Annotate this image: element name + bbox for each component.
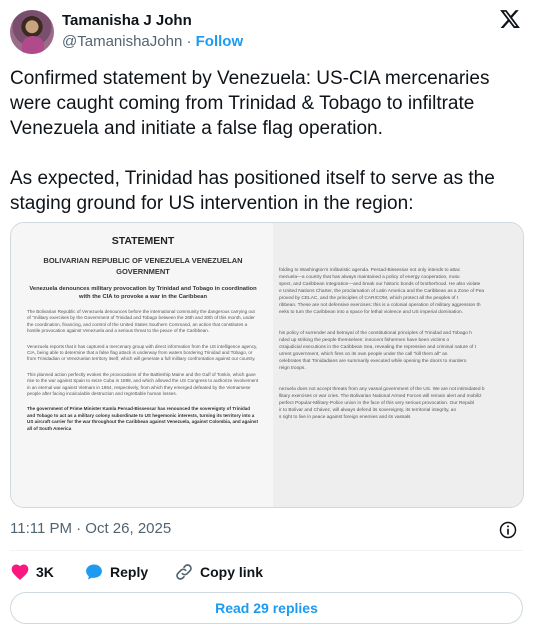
reply-button[interactable]: Reply [84, 562, 148, 582]
document-title: STATEMENT [111, 235, 175, 247]
document-right-block: his policy of surrender and betrayal of … [279, 330, 523, 372]
document-line: spect, and Caribbean integration—and bre… [279, 282, 481, 287]
document-page-left: STATEMENT BOLIVARIAN REPUBLIC OF VENEZUE… [11, 223, 273, 507]
handle-row: @TamanishaJohn · Follow [62, 33, 243, 50]
author-handle[interactable]: @TamanishaJohn [62, 33, 182, 50]
document-line: llitary exercises or war cries. The Boli… [279, 394, 482, 399]
document-line: perfect Popular-Military-Police union in… [279, 401, 475, 406]
separator: · [186, 33, 192, 50]
reply-bubble-icon [86, 564, 102, 580]
tweet-paragraph: As expected, Trinidad has positioned its… [10, 168, 495, 214]
document-line: reign troops. [279, 366, 306, 371]
action-bar: 3K Reply Copy link [10, 562, 523, 582]
document-line: celebrates that Trinidadians are summari… [279, 359, 467, 364]
attached-document-image[interactable]: STATEMENT BOLIVARIAN REPUBLIC OF VENEZUE… [10, 222, 524, 508]
document-line: ctrajudicial executions in the Caribbean… [279, 345, 477, 350]
document-paragraph: The Bolivarian Republic of Venezuela den… [27, 309, 255, 334]
document-line: urrent government, which fires on its ow… [279, 352, 448, 357]
tweet-timestamp[interactable]: 11:11 PM · Oct 26, 2025 [10, 520, 171, 537]
tweet-header: Tamanisha J John @TamanishaJohn · Follow [10, 8, 523, 56]
document-headline: Venezuela denounces military provocation… [29, 286, 257, 300]
document-line: mezuela—a country that has always mainta… [279, 275, 460, 280]
like-button[interactable]: 3K [10, 562, 54, 582]
document-line: e United Nations Charter, the proclamati… [279, 289, 485, 294]
document-right-block: folding to Washington's militaristic age… [279, 267, 523, 316]
avatar[interactable] [10, 10, 54, 54]
document-line: folding to Washington's militaristic age… [279, 268, 461, 273]
info-icon[interactable] [498, 520, 518, 540]
x-logo-icon[interactable] [499, 8, 521, 30]
link-icon [176, 564, 192, 580]
document-page-right: folding to Washington's militaristic age… [273, 223, 523, 507]
document-line: proved by CELAC, and the principles of C… [279, 296, 459, 301]
tweet-card: Tamanisha J John @TamanishaJohn · Follow… [0, 0, 533, 633]
document-right-block: nezuela does not accept threats from any… [279, 386, 523, 421]
document-line: s right to live in peace against foreign… [279, 415, 411, 420]
read-replies-button[interactable]: Read 29 replies [10, 592, 523, 624]
document-line: nded up striking the people themselves: … [279, 338, 450, 343]
copy-link-button[interactable]: Copy link [174, 562, 263, 582]
tweet-text: Confirmed statement by Venezuela: US-CIA… [10, 66, 520, 241]
copy-link-label: Copy link [200, 564, 264, 580]
reply-label: Reply [110, 564, 149, 580]
like-count: 3K [36, 564, 54, 580]
document-paragraph: Venezuela reports that it has captured a… [27, 343, 258, 362]
document-paragraph: The government of Prime Minister Kamla P… [27, 406, 259, 431]
document-line: ir to Bolivar and Chávez, will always de… [279, 408, 457, 413]
divider [10, 550, 523, 551]
follow-button[interactable]: Follow [196, 33, 244, 50]
heart-icon [11, 564, 29, 580]
document-line: nezuela does not accept threats from any… [279, 387, 485, 392]
document-line: ribbean. These are not defensive exercis… [279, 303, 481, 308]
document-republic: BOLIVARIAN REPUBLIC OF VENEZUELA VENEZUE… [43, 256, 243, 276]
document-paragraph: This planned action perfectly evokes the… [27, 371, 259, 397]
tweet-paragraph: Confirmed statement by Venezuela: US-CIA… [10, 68, 490, 139]
author-name[interactable]: Tamanisha J John [62, 12, 192, 29]
document-line: his policy of surrender and betrayal of … [279, 331, 472, 336]
document-line: eeks to turn the Caribbean into a space … [279, 310, 463, 315]
